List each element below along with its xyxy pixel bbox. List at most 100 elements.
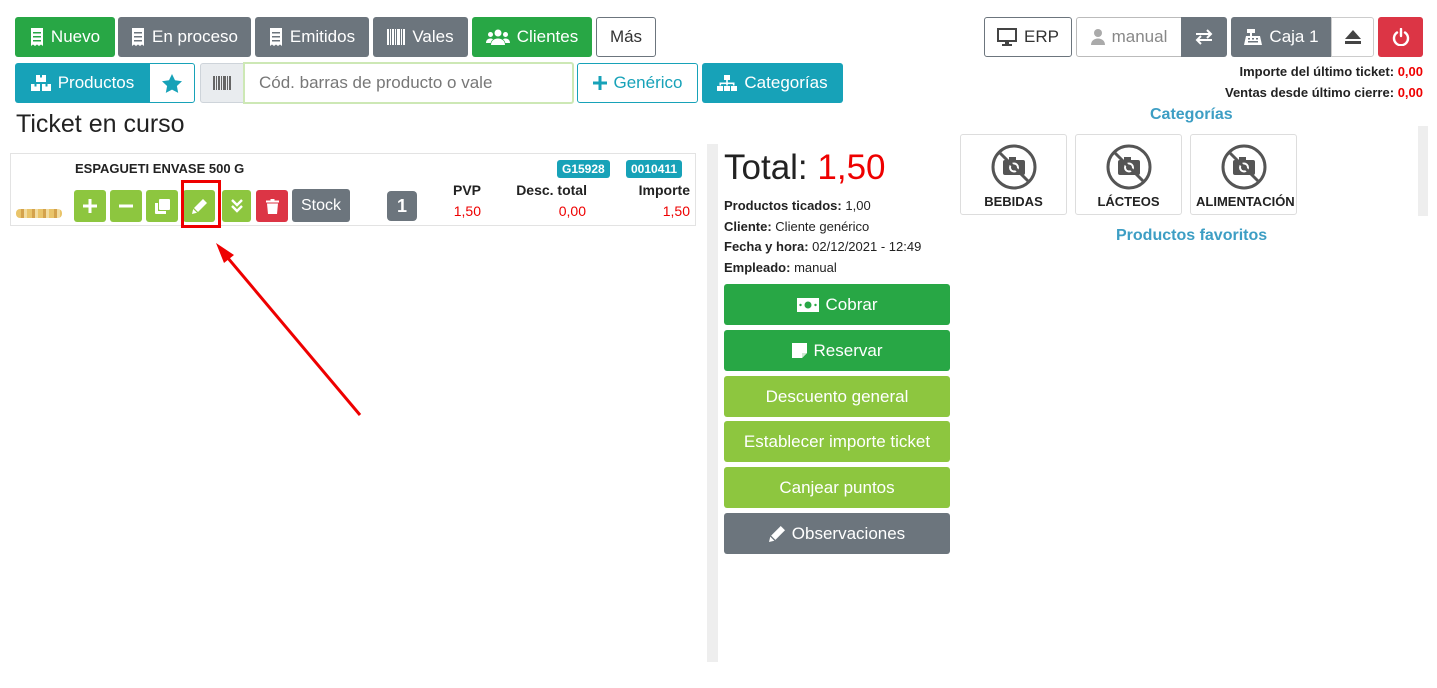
power-icon — [1392, 28, 1409, 46]
favorites-button[interactable] — [149, 63, 195, 103]
monitor-icon — [997, 28, 1018, 46]
power-button[interactable] — [1378, 17, 1423, 57]
cliente-value: Cliente genérico — [775, 219, 870, 234]
descuento-general-button[interactable]: Descuento general — [724, 376, 950, 417]
importe-header: Importe — [638, 182, 690, 198]
productos-button[interactable]: Productos — [15, 63, 150, 103]
empleado-info: Empleado: manual — [724, 260, 837, 275]
annotation-arrow — [216, 243, 362, 416]
sales-value: 0,00 — [1397, 85, 1423, 100]
product-ref-tag: 0010411 — [626, 160, 683, 178]
establecer-importe-button[interactable]: Establecer importe ticket — [724, 421, 950, 462]
page-title: Ticket en curso — [16, 110, 185, 138]
cash-register-icon — [1244, 29, 1263, 45]
category-card-bebidas[interactable]: BEBIDAS — [960, 134, 1067, 215]
barcode-icon — [213, 76, 231, 90]
pencil-icon — [768, 525, 785, 542]
last-ticket-status: Importe del último ticket: 0,00 — [1239, 64, 1423, 79]
categorias-label: Categorías — [744, 73, 828, 92]
generico-label: Genérico — [613, 73, 683, 92]
category-label: BEBIDAS — [984, 194, 1043, 209]
canjear-puntos-button[interactable]: Canjear puntos — [724, 467, 950, 508]
total-display: Total: 1,50 — [724, 148, 886, 188]
caja-button[interactable]: Caja 1 — [1231, 17, 1332, 57]
fecha-label: Fecha y hora: — [724, 239, 809, 254]
productos-label: Productos — [57, 73, 135, 92]
pvp-header: PVP — [452, 182, 481, 198]
category-card-lacteos[interactable]: LÁCTEOS — [1075, 134, 1182, 215]
duplicate-line-button[interactable] — [146, 190, 178, 222]
vales-button[interactable]: Vales — [373, 17, 468, 57]
nuevo-button[interactable]: Nuevo — [15, 17, 115, 57]
sales-label: Ventas desde último cierre: — [1224, 85, 1395, 100]
category-card-alimentacion[interactable]: ALIMENTACIÓN — [1190, 134, 1297, 215]
product-name: ESPAGUETI ENVASE 500 G — [75, 161, 245, 176]
desc-total-header: Desc. total — [516, 182, 587, 198]
canjear-puntos-label: Canjear puntos — [779, 477, 895, 497]
erp-button[interactable]: ERP — [984, 17, 1072, 57]
copy-icon — [154, 198, 170, 214]
boxes-icon — [30, 75, 51, 91]
en-proceso-label: En proceso — [152, 27, 238, 46]
exchange-icon — [1195, 29, 1213, 45]
productos-favoritos-title: Productos favoritos — [1116, 227, 1268, 244]
cliente-info: Cliente: Cliente genérico — [724, 219, 869, 234]
right-panel-scrollbar[interactable] — [1418, 126, 1428, 216]
delete-line-button[interactable] — [256, 190, 288, 222]
category-label: ALIMENTACIÓN — [1196, 194, 1295, 209]
pvp-value: 1,50 — [453, 203, 481, 219]
descuento-general-label: Descuento general — [765, 386, 909, 406]
observaciones-button[interactable]: Observaciones — [724, 513, 950, 554]
category-label: LÁCTEOS — [1097, 194, 1160, 209]
total-label: Total: — [724, 148, 808, 187]
quantity-badge: 1 — [387, 191, 417, 221]
eject-icon — [1344, 30, 1361, 44]
swap-user-button[interactable] — [1181, 17, 1227, 57]
receipt-icon — [30, 28, 43, 46]
stock-label: Stock — [300, 196, 341, 214]
plus-icon — [83, 199, 97, 213]
categorias-button[interactable]: Categorías — [702, 63, 843, 103]
mas-label: Más — [609, 27, 643, 46]
reservar-label: Reservar — [813, 340, 883, 360]
increase-qty-button[interactable] — [74, 190, 106, 222]
decrease-qty-button[interactable] — [110, 190, 142, 222]
categorias-title: Categorías — [1150, 106, 1233, 123]
en-proceso-button[interactable]: En proceso — [118, 17, 251, 57]
product-code-tag: G15928 — [557, 160, 610, 178]
user-button[interactable]: manual — [1076, 17, 1182, 57]
last-ticket-label: Importe del último ticket: — [1239, 64, 1395, 79]
productos-ticados-value: 1,00 — [845, 198, 871, 213]
vales-label: Vales — [412, 27, 454, 46]
empleado-label: Empleado: — [724, 260, 791, 275]
user-label: manual — [1111, 27, 1168, 46]
barcode-scan-addon — [200, 63, 244, 103]
generico-button[interactable]: Genérico — [577, 63, 698, 103]
fecha-info: Fecha y hora: 02/12/2021 - 12:49 — [724, 239, 921, 254]
barcode-input[interactable] — [243, 62, 574, 104]
double-chevron-down-icon — [230, 199, 243, 213]
clientes-button[interactable]: Clientes — [472, 17, 592, 57]
ticket-line-item: ESPAGUETI ENVASE 500 G G15928 0010411 St… — [10, 153, 696, 226]
no-image-icon — [1106, 144, 1151, 190]
user-icon — [1090, 29, 1105, 45]
receipt-icon — [132, 28, 144, 46]
stock-button[interactable]: Stock — [292, 189, 350, 222]
nuevo-label: Nuevo — [50, 27, 101, 46]
cobrar-button[interactable]: Cobrar — [724, 284, 950, 325]
sitemap-icon — [717, 75, 738, 91]
product-image — [16, 209, 62, 218]
expand-line-button[interactable] — [222, 190, 251, 222]
mas-button[interactable]: Más — [596, 17, 656, 57]
users-icon — [485, 29, 510, 45]
last-ticket-value: 0,00 — [1397, 64, 1423, 79]
panel-divider — [707, 144, 718, 662]
eject-button[interactable] — [1331, 17, 1374, 57]
productos-ticados-label: Productos ticados: — [724, 198, 842, 213]
emitidos-button[interactable]: Emitidos — [255, 17, 369, 57]
no-image-icon — [991, 144, 1036, 190]
no-image-icon — [1221, 144, 1266, 190]
cobrar-label: Cobrar — [825, 294, 878, 314]
barcode-icon — [387, 29, 406, 45]
reservar-button[interactable]: Reservar — [724, 330, 950, 371]
